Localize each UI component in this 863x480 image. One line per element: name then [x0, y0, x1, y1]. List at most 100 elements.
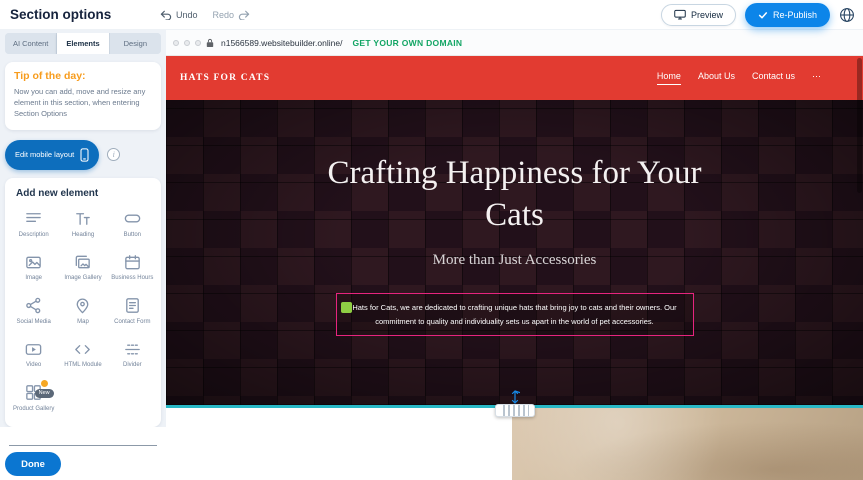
- image-placeholder-icon[interactable]: [341, 302, 352, 313]
- redo-label: Redo: [213, 10, 235, 20]
- element-heading[interactable]: Heading: [58, 209, 107, 240]
- tip-of-the-day-card: Tip of the day: Now you can add, move an…: [5, 62, 161, 130]
- nav-contact-us[interactable]: Contact us: [752, 71, 795, 85]
- page-title: Section options: [0, 7, 160, 22]
- hero-subheading[interactable]: More than Just Accessories: [166, 252, 863, 269]
- tab-design[interactable]: Design: [110, 33, 161, 54]
- lock-icon: [206, 38, 214, 48]
- element-product-gallery[interactable]: New Product Gallery: [9, 383, 58, 414]
- element-label: Map: [77, 319, 89, 327]
- element-image-gallery[interactable]: Image Gallery: [58, 252, 107, 283]
- nav-about-us[interactable]: About Us: [698, 71, 735, 85]
- republish-label: Re-Publish: [773, 10, 817, 20]
- undo-button[interactable]: Undo: [160, 10, 198, 20]
- section-resize-handle[interactable]: [495, 390, 535, 417]
- map-pin-icon: [73, 296, 93, 316]
- sidebar-tabs: AI Content Elements Design: [5, 33, 161, 54]
- redo-button[interactable]: Redo: [213, 10, 251, 20]
- code-icon: [73, 339, 93, 359]
- description-icon: [24, 209, 44, 229]
- get-domain-link[interactable]: GET YOUR OWN DOMAIN: [352, 38, 462, 48]
- site-logo[interactable]: HATS FOR CATS: [180, 73, 270, 83]
- info-icon[interactable]: i: [107, 148, 120, 161]
- tab-elements[interactable]: Elements: [57, 33, 109, 54]
- hero-heading[interactable]: Crafting Happiness for Your Cats: [310, 100, 720, 236]
- site-nav: Home About Us Contact us ⋯: [657, 71, 849, 86]
- up-down-arrow-icon: [510, 390, 520, 404]
- element-label: Heading: [72, 232, 94, 240]
- button-icon: [122, 209, 142, 229]
- preview-button[interactable]: Preview: [661, 4, 736, 26]
- image-gallery-icon: [73, 252, 93, 272]
- heading-icon: [73, 209, 93, 229]
- edit-mobile-layout-button[interactable]: Edit mobile layout: [5, 140, 99, 170]
- image-icon: [24, 252, 44, 272]
- preview-label: Preview: [691, 10, 723, 20]
- video-icon: [24, 339, 44, 359]
- element-label: Business Hours: [111, 275, 153, 283]
- element-label: Contact Form: [114, 319, 150, 327]
- window-dot: [184, 40, 190, 46]
- element-description[interactable]: Description: [9, 209, 58, 240]
- monitor-icon: [674, 9, 686, 20]
- element-grid: Description Heading Button Image Image G…: [9, 209, 157, 414]
- element-button[interactable]: Button: [108, 209, 157, 240]
- done-button[interactable]: Done: [5, 452, 61, 476]
- hero-body-text: Hats for Cats, we are dedicated to craft…: [352, 303, 676, 325]
- phone-icon: [80, 148, 89, 162]
- mobile-layout-row: Edit mobile layout i: [5, 140, 161, 170]
- add-element-panel: Add new element Description Heading Butt…: [5, 178, 161, 428]
- undo-icon: [160, 10, 172, 20]
- element-label: Image: [25, 275, 42, 283]
- drag-handle-pill: [495, 404, 535, 417]
- undo-label: Undo: [176, 10, 198, 20]
- section-options-sidebar: AI Content Elements Design Tip of the da…: [0, 30, 166, 480]
- element-map[interactable]: Map: [58, 296, 107, 327]
- window-dot: [173, 40, 179, 46]
- redo-icon: [238, 10, 250, 20]
- site-header: HATS FOR CATS Home About Us Contact us ⋯: [166, 56, 863, 100]
- selected-text-element[interactable]: Hats for Cats, we are dedicated to craft…: [336, 293, 694, 335]
- tip-body: Now you can add, move and resize any ele…: [14, 87, 152, 120]
- sidebar-footer: Done: [0, 427, 166, 480]
- notification-dot: [40, 379, 49, 388]
- element-label: Button: [124, 232, 141, 240]
- element-divider[interactable]: Divider: [108, 339, 157, 370]
- republish-button[interactable]: Re-Publish: [745, 3, 830, 27]
- contact-form-icon: [122, 296, 142, 316]
- next-section-photo[interactable]: [512, 408, 863, 480]
- site-scrollbar: [856, 56, 863, 480]
- add-element-title: Add new element: [16, 188, 157, 199]
- language-globe-button[interactable]: [839, 7, 855, 23]
- top-toolbar: Section options Undo Redo Preview Re-Pub…: [0, 0, 863, 30]
- element-label: Description: [19, 232, 49, 240]
- element-html-module[interactable]: HTML Module: [58, 339, 107, 370]
- window-dot: [195, 40, 201, 46]
- element-label: Image Gallery: [64, 275, 101, 283]
- history-controls: Undo Redo: [160, 10, 250, 20]
- element-label: Product Gallery: [13, 406, 54, 414]
- element-label: Social Media: [16, 319, 50, 327]
- element-business-hours[interactable]: Business Hours: [108, 252, 157, 283]
- new-badge: New: [35, 389, 54, 398]
- social-media-icon: [24, 296, 44, 316]
- tab-ai-content[interactable]: AI Content: [5, 33, 57, 54]
- product-gallery-icon: New: [24, 383, 44, 403]
- nav-more-menu[interactable]: ⋯: [812, 71, 821, 86]
- toolbar-actions: Preview Re-Publish: [661, 3, 863, 27]
- element-contact-form[interactable]: Contact Form: [108, 296, 157, 327]
- element-video[interactable]: Video: [9, 339, 58, 370]
- edit-mobile-label: Edit mobile layout: [15, 150, 74, 159]
- tip-title: Tip of the day:: [14, 70, 152, 82]
- check-icon: [758, 10, 768, 20]
- business-hours-icon: [122, 252, 142, 272]
- browser-address-bar: n1566589.websitebuilder.online/ GET YOUR…: [166, 30, 863, 56]
- app-window: Section options Undo Redo Preview Re-Pub…: [0, 0, 863, 480]
- element-social-media[interactable]: Social Media: [9, 296, 58, 327]
- scrollbar-thumb[interactable]: [857, 58, 862, 193]
- website-canvas: HATS FOR CATS Home About Us Contact us ⋯…: [166, 56, 863, 480]
- element-image[interactable]: Image: [9, 252, 58, 283]
- next-section: [166, 408, 863, 480]
- nav-home[interactable]: Home: [657, 71, 681, 85]
- footer-divider: [9, 445, 157, 446]
